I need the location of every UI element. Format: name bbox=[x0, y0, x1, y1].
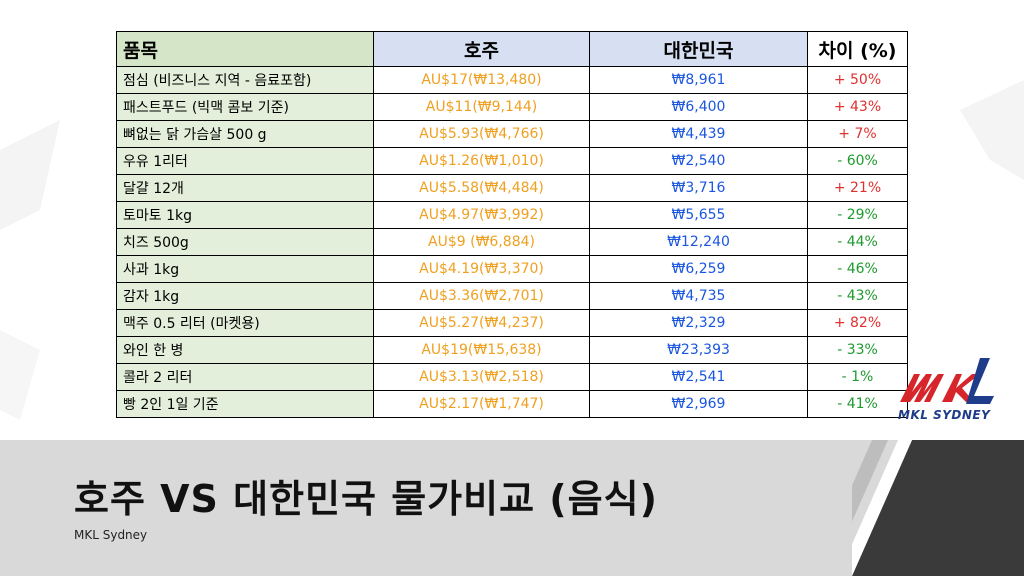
korea-price-cell: ₩2,540 bbox=[589, 147, 808, 175]
table-row: 감자 1kg AU$3.36(₩2,701) ₩4,735- 43% bbox=[116, 282, 908, 310]
australia-price-cell: AU$5.58(₩4,484) bbox=[373, 174, 590, 202]
korea-price-cell: ₩4,439 bbox=[589, 120, 808, 148]
item-cell: 달걀 12개 bbox=[116, 174, 374, 202]
item-cell: 우유 1리터 bbox=[116, 147, 374, 175]
korea-price-cell: ₩2,541 bbox=[589, 363, 808, 391]
table-row: 달걀 12개 AU$5.58(₩4,484) ₩3,716 + 21% bbox=[116, 174, 908, 202]
header-item: 품목 bbox=[116, 31, 374, 67]
australia-price-cell: AU$11(₩9,144) bbox=[373, 93, 590, 121]
australia-price-cell: AU$4.19(₩3,370) bbox=[373, 255, 590, 283]
korea-price-cell: ₩2,969 bbox=[589, 390, 808, 418]
korea-price-cell: ₩6,400 bbox=[589, 93, 808, 121]
item-cell: 콜라 2 리터 bbox=[116, 363, 374, 391]
difference-cell: + 7% bbox=[807, 120, 908, 148]
australia-price-cell: AU$3.13(₩2,518) bbox=[373, 363, 590, 391]
table-row: 콜라 2 리터 AU$3.13(₩2,518) ₩2,541- 1% bbox=[116, 363, 908, 391]
difference-cell: - 29% bbox=[807, 201, 908, 229]
table-body: 점심 (비즈니스 지역 - 음료포함) AU$17(₩13,480) ₩8,961 +… bbox=[116, 66, 908, 418]
item-cell: 감자 1kg bbox=[116, 282, 374, 310]
difference-cell: - 44% bbox=[807, 228, 908, 256]
item-cell: 뼈없는 닭 가슴살 500 g bbox=[116, 120, 374, 148]
korea-price-cell: ₩6,259 bbox=[589, 255, 808, 283]
difference-cell: - 1% bbox=[807, 363, 908, 391]
item-cell: 빵 2인 1일 기준 bbox=[116, 390, 374, 418]
price-comparison-table-container: 품목 호주 대한민국 차이 (%) 점심 (비즈니스 지역 - 음료포함) AU$… bbox=[116, 31, 908, 418]
korea-price-cell: ₩4,735 bbox=[589, 282, 808, 310]
difference-cell: - 60% bbox=[807, 147, 908, 175]
difference-cell: + 82% bbox=[807, 309, 908, 337]
australia-price-cell: AU$2.17(₩1,747) bbox=[373, 390, 590, 418]
korea-price-cell: ₩5,655 bbox=[589, 201, 808, 229]
item-cell: 맥주 0.5 리터 (마켓용) bbox=[116, 309, 374, 337]
item-cell: 와인 한 병 bbox=[116, 336, 374, 364]
item-cell: 사과 1kg bbox=[116, 255, 374, 283]
item-cell: 패스트푸드 (빅맥 콤보 기준) bbox=[116, 93, 374, 121]
header-difference: 차이 (%) bbox=[807, 31, 908, 67]
table-row: 토마토 1kg AU$4.97(₩3,992) ₩5,655- 29% bbox=[116, 201, 908, 229]
price-comparison-table: 품목 호주 대한민국 차이 (%) 점심 (비즈니스 지역 - 음료포함) AU$… bbox=[116, 31, 908, 418]
difference-cell: - 41% bbox=[807, 390, 908, 418]
item-cell: 치즈 500g bbox=[116, 228, 374, 256]
australia-price-cell: AU$5.93(₩4,766) bbox=[373, 120, 590, 148]
slide-title: 호주 VS 대한민국 물가비교 (음식) bbox=[74, 477, 658, 521]
korea-price-cell: ₩2,329 bbox=[589, 309, 808, 337]
table-row: 뼈없는 닭 가슴살 500 g AU$5.93(₩4,766) ₩4,439 + 7% bbox=[116, 120, 908, 148]
australia-price-cell: AU$5.27(₩4,237) bbox=[373, 309, 590, 337]
item-cell: 토마토 1kg bbox=[116, 201, 374, 229]
korea-price-cell: ₩8,961 bbox=[589, 66, 808, 94]
slide-subtitle: MKL Sydney bbox=[74, 528, 148, 542]
korea-price-cell: ₩23,393 bbox=[589, 336, 808, 364]
table-row: 우유 1리터 AU$1.26(₩1,010) ₩2,540- 60% bbox=[116, 147, 908, 175]
item-cell: 점심 (비즈니스 지역 - 음료포함) bbox=[116, 66, 374, 94]
difference-cell: - 33% bbox=[807, 336, 908, 364]
difference-cell: + 43% bbox=[807, 93, 908, 121]
table-row: 패스트푸드 (빅맥 콤보 기준) AU$11(₩9,144) ₩6,400 + 43% bbox=[116, 93, 908, 121]
table-row: 맥주 0.5 리터 (마켓용) AU$5.27(₩4,237) ₩2,329 + 82… bbox=[116, 309, 908, 337]
korea-price-cell: ₩12,240 bbox=[589, 228, 808, 256]
difference-cell: + 21% bbox=[807, 174, 908, 202]
australia-price-cell: AU$1.26(₩1,010) bbox=[373, 147, 590, 175]
table-row: 와인 한 병 AU$19(₩15,638) ₩23,393- 33% bbox=[116, 336, 908, 364]
australia-price-cell: AU$9 (₩6,884) bbox=[373, 228, 590, 256]
header-australia: 호주 bbox=[373, 31, 590, 67]
table-row: 치즈 500g AU$9 (₩6,884) ₩12,240- 44% bbox=[116, 228, 908, 256]
australia-price-cell: AU$17(₩13,480) bbox=[373, 66, 590, 94]
australia-price-cell: AU$4.97(₩3,992) bbox=[373, 201, 590, 229]
australia-price-cell: AU$19(₩15,638) bbox=[373, 336, 590, 364]
table-row: 빵 2인 1일 기준 AU$2.17(₩1,747) ₩2,969- 41% bbox=[116, 390, 908, 418]
korea-price-cell: ₩3,716 bbox=[589, 174, 808, 202]
title-band-corner-decoration bbox=[852, 440, 1024, 576]
difference-cell: + 50% bbox=[807, 66, 908, 94]
table-row: 사과 1kg AU$4.19(₩3,370) ₩6,259- 46% bbox=[116, 255, 908, 283]
difference-cell: - 46% bbox=[807, 255, 908, 283]
header-korea: 대한민국 bbox=[589, 31, 808, 67]
table-header-row: 품목 호주 대한민국 차이 (%) bbox=[116, 31, 908, 67]
table-row: 점심 (비즈니스 지역 - 음료포함) AU$17(₩13,480) ₩8,961 +… bbox=[116, 66, 908, 94]
logo-text: MKL SYDNEY bbox=[898, 408, 991, 422]
australia-price-cell: AU$3.36(₩2,701) bbox=[373, 282, 590, 310]
difference-cell: - 43% bbox=[807, 282, 908, 310]
